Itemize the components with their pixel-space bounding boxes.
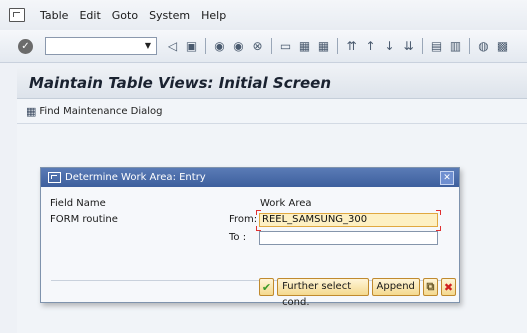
field-name-header: Field Name [50, 198, 106, 209]
menu-help[interactable]: Help [201, 9, 226, 22]
toolbar-divider [205, 38, 206, 54]
find-icon[interactable]: ▦ [297, 39, 312, 54]
dialog-window-icon [48, 172, 61, 183]
back-icon[interactable]: ◁ [165, 39, 180, 54]
layout-icon[interactable]: ▩ [495, 39, 510, 54]
menu-table[interactable]: Table [40, 9, 68, 22]
confirm-icon[interactable]: ✔ [259, 278, 275, 296]
toolbar-divider [422, 38, 423, 54]
save-icon[interactable]: ▣ [184, 39, 199, 54]
dialog-title: Determine Work Area: Entry [65, 172, 206, 183]
exit-icon[interactable]: ◉ [231, 39, 246, 54]
to-label: To : [229, 232, 247, 243]
page-title: Maintain Table Views: Initial Screen [29, 74, 332, 92]
menu-system[interactable]: System [149, 9, 190, 22]
find-maintenance-dialog-button[interactable]: Find Maintenance Dialog [39, 106, 162, 117]
cancel-icon[interactable]: ✖ [440, 278, 456, 296]
toolbar-divider [469, 38, 470, 54]
menu-edit[interactable]: Edit [79, 9, 100, 22]
system-menu-icon[interactable] [9, 8, 25, 22]
enter-icon[interactable]: ✓ [18, 38, 33, 54]
cancel-icon[interactable]: ⊗ [250, 39, 265, 54]
application-toolbar: ▦ Find Maintenance Dialog [17, 99, 527, 124]
to-input[interactable] [259, 231, 438, 245]
last-page-icon[interactable]: ⇊ [401, 39, 416, 54]
work-area-header: Work Area [260, 198, 312, 209]
focus-corner [256, 210, 261, 215]
toolbar-divider [271, 38, 272, 54]
menu-bar: Table Edit Goto System Help [0, 0, 527, 30]
multiple-selection-icon[interactable]: ⧉ [422, 278, 438, 296]
help-icon[interactable]: ◍ [476, 39, 491, 54]
form-routine-label: FORM routine [50, 214, 118, 225]
first-page-icon[interactable]: ⇈ [344, 39, 359, 54]
standard-toolbar: ✓ ▼ ◁ ▣ ◉ ◉ ⊗ ▭ ▦ ▦ ⇈ ↑ ↓ ⇊ ▤ ▥ ◍ ▩ [0, 30, 527, 63]
print-icon[interactable]: ▭ [278, 39, 293, 54]
next-page-icon[interactable]: ↓ [382, 39, 397, 54]
screen-title-bar: Maintain Table Views: Initial Screen [17, 68, 527, 99]
from-input[interactable]: REEL_SAMSUNG_300 [259, 213, 438, 227]
work-area-dialog: Determine Work Area: Entry ✕ Field Name … [40, 167, 460, 308]
further-select-cond-button[interactable]: Further select cond. [277, 278, 369, 308]
command-field[interactable]: ▼ [45, 37, 157, 55]
binoculars-icon[interactable]: ▦ [26, 105, 36, 118]
new-session-icon[interactable]: ▤ [429, 39, 444, 54]
toolbar-icons: ◁ ▣ ◉ ◉ ⊗ ▭ ▦ ▦ ⇈ ↑ ↓ ⇊ ▤ ▥ ◍ ▩ [163, 38, 512, 54]
shortcut-icon[interactable]: ▥ [448, 39, 463, 54]
toolbar-divider [337, 38, 338, 54]
find-next-icon[interactable]: ▦ [316, 39, 331, 54]
previous-page-icon[interactable]: ↑ [363, 39, 378, 54]
focus-corner [436, 210, 441, 215]
dialog-buttons: ✔ Further select cond. Append ⧉ ✖ [259, 278, 459, 308]
dialog-title-bar: Determine Work Area: Entry ✕ [41, 168, 459, 187]
append-button[interactable]: Append [371, 278, 420, 296]
menu-goto[interactable]: Goto [112, 9, 138, 22]
close-icon[interactable]: ✕ [440, 171, 454, 185]
back-nav-icon[interactable]: ◉ [212, 39, 227, 54]
chevron-down-icon[interactable]: ▼ [140, 38, 156, 54]
from-label: From: [229, 214, 258, 225]
